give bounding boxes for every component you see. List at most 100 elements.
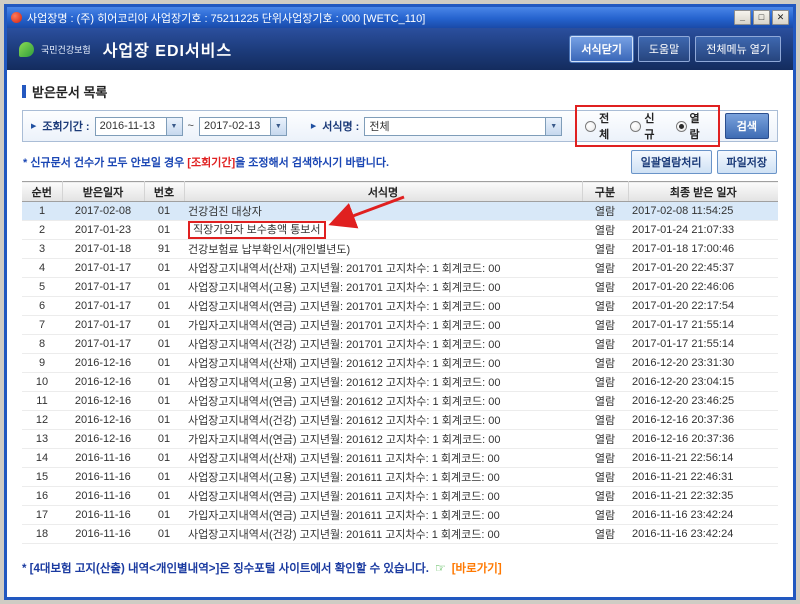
row-number: 8: [22, 334, 62, 354]
row-number: 12: [22, 410, 62, 430]
table-row[interactable]: 6 2017-01-17 01 사업장고지내역서(연금) 고지년월: 201701 고…: [22, 296, 778, 316]
app-icon: [11, 12, 22, 23]
form-name: 직장가입자 보수총액 통보서: [184, 220, 582, 240]
date-to-select[interactable]: 2017-02-13 ▼: [198, 116, 287, 136]
received-date: 2016-12-16: [62, 391, 144, 411]
search-button[interactable]: 검색: [724, 113, 770, 139]
notice-text: * 신규문서 건수가 모두 안보일 경우 [조회기간]을 조정해서 검색하시기 …: [23, 154, 389, 170]
table-row[interactable]: 11 2016-12-16 01 사업장고지내역서(연금) 고지년월: 201612 …: [22, 391, 778, 411]
form-name: 가입자고지내역서(연금) 고지년월: 201611 고지차수: 1 회계코드: …: [184, 505, 582, 525]
last-read-date: 2016-11-21 22:56:14: [628, 448, 778, 468]
row-number: 6: [22, 296, 62, 316]
notice-prefix: * 신규문서 건수가 모두 안보일 경우: [23, 157, 188, 169]
doc-number: 91: [144, 239, 184, 259]
doc-number: 01: [144, 391, 184, 411]
doc-number: 01: [144, 524, 184, 544]
row-number: 11: [22, 391, 62, 411]
last-read-date: 2017-01-17 21:55:14: [628, 334, 778, 354]
row-number: 16: [22, 486, 62, 506]
table-row[interactable]: 8 2017-01-17 01 사업장고지내역서(건강) 고지년월: 201701 고…: [22, 334, 778, 354]
doc-number: 01: [144, 220, 184, 240]
batch-read-button[interactable]: 일괄열람처리: [630, 150, 712, 174]
radio-read[interactable]: 열람: [675, 110, 710, 142]
table-row[interactable]: 1 2017-02-08 01 건강검진 대상자 열람 2017-02-08 11:54:…: [22, 201, 778, 221]
chevron-down-icon: ▼: [545, 117, 562, 135]
column-header-form-name: 서식명: [184, 181, 583, 202]
notice-suffix: 을 조정해서 검색하시기 바랍니다.: [235, 157, 390, 169]
footer-text: * [4대보험 고지(산출) 내역<개인별내역>]은 징수포털 사이트에서 확인…: [22, 563, 429, 575]
app-window: 사업장명 : (주) 히어코리아 사업장기호 : 75211225 단위사업장기…: [4, 4, 796, 600]
last-read-date: 2016-12-20 23:31:30: [628, 353, 778, 373]
table-row[interactable]: 13 2016-12-16 01 가입자고지내역서(연금) 고지년월: 201612 …: [22, 429, 778, 449]
status-badge: 열람: [582, 429, 628, 449]
table-row[interactable]: 2 2017-01-23 01 직장가입자 보수총액 통보서 열람 2017-01-24 …: [22, 220, 778, 240]
table-row[interactable]: 17 2016-11-16 01 가입자고지내역서(연금) 고지년월: 201611 …: [22, 505, 778, 525]
form-name: 사업장고지내역서(산재) 고지년월: 201612 고지차수: 1 회계코드: …: [184, 353, 582, 373]
last-read-date: 2016-12-20 23:46:25: [628, 391, 778, 411]
go-to-link[interactable]: [바로가기]: [452, 560, 502, 576]
status-badge: 열람: [582, 315, 628, 335]
radio-label: 전체: [599, 113, 610, 141]
table-row[interactable]: 4 2017-01-17 01 사업장고지내역서(산재) 고지년월: 201701 고…: [22, 258, 778, 278]
maximize-button[interactable]: □: [753, 10, 770, 25]
close-button[interactable]: ✕: [772, 10, 789, 25]
close-form-button[interactable]: 서식닫기: [570, 36, 633, 62]
last-read-date: 2016-11-21 22:32:35: [628, 486, 778, 506]
notice-row: * 신규문서 건수가 모두 안보일 경우 [조회기간]을 조정해서 검색하시기 …: [23, 150, 777, 174]
form-name-select[interactable]: 전체 ▼: [364, 116, 563, 136]
save-file-button[interactable]: 파일저장: [716, 150, 777, 174]
app-header: 국민건강보험 사업장 EDI서비스 서식닫기 도움말 전체메뉴 열기: [7, 28, 793, 70]
doc-number: 01: [144, 201, 184, 221]
status-badge: 열람: [582, 524, 628, 544]
table-row[interactable]: 18 2016-11-16 01 사업장고지내역서(건강) 고지년월: 201611 …: [22, 524, 778, 544]
radio-label: 신규: [644, 113, 655, 141]
row-number: 13: [22, 429, 62, 449]
doc-number: 01: [144, 258, 184, 278]
notice-highlight: [조회기간]: [187, 157, 236, 169]
doc-number: 01: [144, 296, 184, 316]
radio-all[interactable]: 전체: [585, 110, 619, 142]
minimize-button[interactable]: _: [734, 10, 751, 25]
radio-circle-icon: [585, 120, 597, 132]
date-separator: ~: [187, 120, 194, 132]
window-controls: _ □ ✕: [734, 10, 789, 25]
status-badge: 열람: [582, 239, 628, 259]
radio-new[interactable]: 신규: [630, 110, 664, 142]
status-badge: 열람: [582, 410, 628, 430]
radio-label: 열람: [689, 113, 700, 141]
radio-circle-icon: [675, 120, 687, 132]
table-row[interactable]: 15 2016-11-16 01 사업장고지내역서(고용) 고지년월: 201611 …: [22, 467, 778, 487]
table-header-row: 순번 받은일자 번호 서식명 구분 최종 받은 일자: [22, 181, 778, 202]
row-number: 17: [22, 505, 62, 525]
column-header-status: 구분: [582, 181, 629, 202]
last-read-date: 2017-01-17 21:55:14: [628, 315, 778, 335]
section-title: 받은문서 목록: [22, 82, 778, 101]
date-to-value: 2017-02-13: [203, 120, 261, 132]
table-row[interactable]: 10 2016-12-16 01 사업장고지내역서(고용) 고지년월: 201612 …: [22, 372, 778, 392]
doc-number: 01: [144, 334, 184, 354]
row-number: 1: [22, 201, 62, 221]
received-date: 2017-01-18: [62, 239, 144, 259]
radio-circle-icon: [630, 120, 642, 132]
form-name: 사업장고지내역서(연금) 고지년월: 201701 고지차수: 1 회계코드: …: [184, 296, 582, 316]
table-row[interactable]: 16 2016-11-16 01 사업장고지내역서(연금) 고지년월: 201611 …: [22, 486, 778, 506]
full-menu-button[interactable]: 전체메뉴 열기: [695, 36, 781, 62]
status-badge: 열람: [582, 296, 628, 316]
row-number: 7: [22, 315, 62, 335]
table-row[interactable]: 14 2016-11-16 01 사업장고지내역서(산재) 고지년월: 201611 …: [22, 448, 778, 468]
column-header-last-read-date: 최종 받은 일자: [628, 181, 778, 202]
received-date: 2016-11-16: [62, 524, 144, 544]
status-badge: 열람: [582, 372, 628, 392]
table-row[interactable]: 3 2017-01-18 91 건강보험료 납부확인서(개인별년도) 열람 2017-01…: [22, 239, 778, 259]
table-row[interactable]: 5 2017-01-17 01 사업장고지내역서(고용) 고지년월: 201701 고…: [22, 277, 778, 297]
table-row[interactable]: 7 2017-01-17 01 가입자고지내역서(연금) 고지년월: 201701 고…: [22, 315, 778, 335]
help-button[interactable]: 도움말: [637, 36, 691, 62]
table-row[interactable]: 9 2016-12-16 01 사업장고지내역서(산재) 고지년월: 201612 고…: [22, 353, 778, 373]
form-name-value: 전체: [369, 121, 390, 133]
page-title: 받은문서 목록: [32, 85, 108, 100]
table-row[interactable]: 12 2016-12-16 01 사업장고지내역서(건강) 고지년월: 201612 …: [22, 410, 778, 430]
last-read-date: 2017-01-20 22:45:37: [628, 258, 778, 278]
footer-note: * [4대보험 고지(산출) 내역<개인별내역>]은 징수포털 사이트에서 확인…: [22, 560, 778, 576]
form-name-label: 서식명 :: [322, 121, 360, 133]
date-from-select[interactable]: 2016-11-13 ▼: [94, 116, 183, 136]
